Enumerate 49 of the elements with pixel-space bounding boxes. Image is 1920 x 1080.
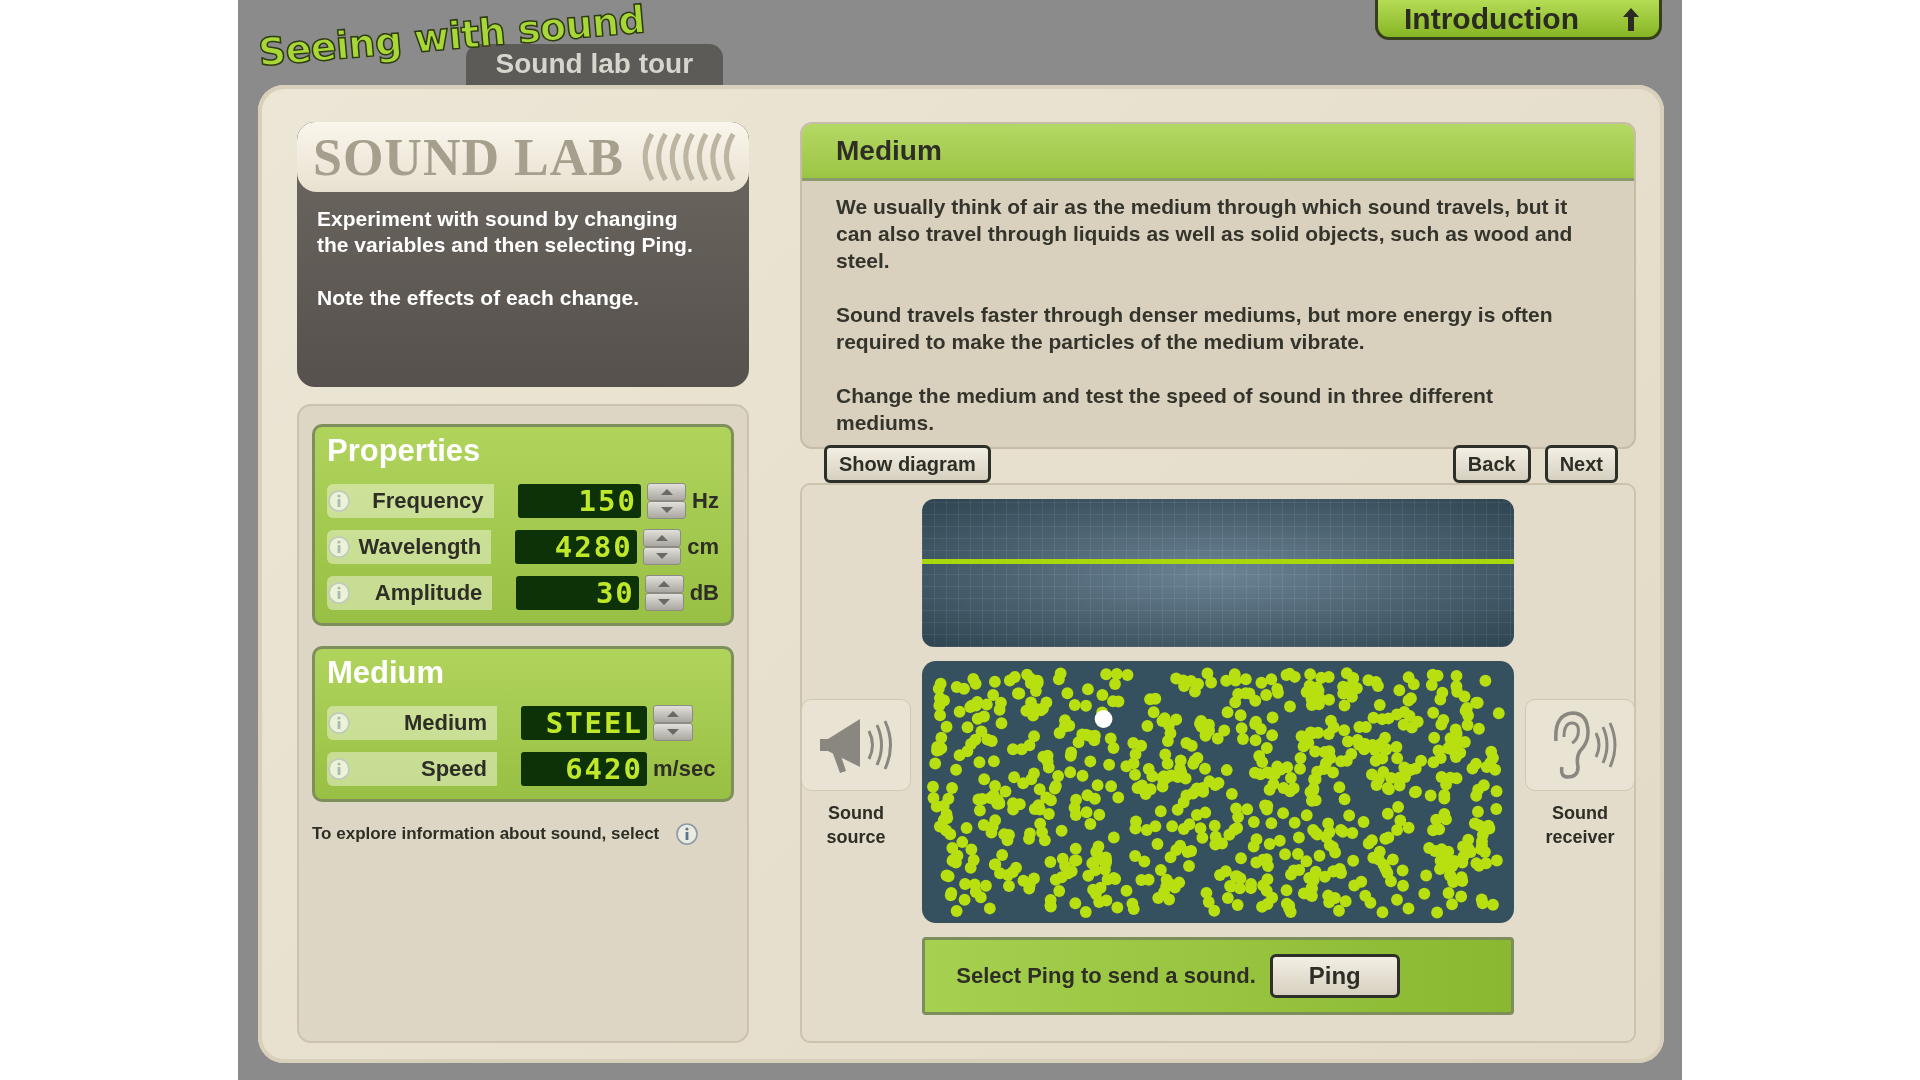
variable-label: Medium (327, 706, 497, 740)
sound-lab-heading: SOUND LAB (313, 127, 624, 187)
instruction-text: Note the effects of each change. (317, 285, 641, 311)
step-up-button[interactable] (653, 705, 693, 723)
group-title: Properties (327, 433, 482, 469)
unit-label: Hz (692, 488, 719, 514)
variable-label: Wavelength (327, 530, 492, 564)
value-display: STEEL (521, 706, 647, 740)
next-button[interactable]: Next (1544, 445, 1618, 483)
group-title: Medium (327, 655, 446, 691)
caret-up-icon (657, 580, 672, 588)
info-paragraph: Sound travels faster through denser mediums, but more energy is often required to make the particles of the medium vibrate. (836, 302, 1554, 355)
caret-up-icon (659, 488, 674, 496)
unit-label: m/sec (653, 756, 716, 782)
info-icon[interactable] (675, 822, 700, 846)
value-display: 4280 (515, 530, 637, 564)
caret-up-icon (666, 710, 680, 718)
receiver-label: Sound receiver (1544, 802, 1616, 849)
step-down-button[interactable] (644, 593, 684, 611)
variable-label: Amplitude (327, 576, 493, 610)
back-button[interactable]: Back (1452, 445, 1531, 483)
unit-label: cm (687, 534, 719, 560)
value-display: 30 (516, 576, 639, 610)
step-up-button[interactable] (644, 575, 684, 593)
caret-up-icon (654, 534, 669, 542)
instruction-text: Experiment with sound by changing the variables and then selecting Ping. (317, 206, 694, 258)
ping-button[interactable]: Ping (1269, 954, 1400, 998)
unit-label: dB (689, 580, 719, 606)
caret-down-icon (659, 506, 674, 514)
step-down-button[interactable] (646, 501, 687, 519)
variable-label: Frequency (327, 484, 494, 518)
caret-down-icon (657, 598, 672, 606)
info-paragraph: We usually think of air as the medium through which sound travels, but it can also travel through liquids as well as solid objects, such as wood and steel. (836, 194, 1574, 274)
step-down-button[interactable] (642, 547, 682, 565)
caret-down-icon (666, 728, 680, 736)
value-display: 6420 (521, 752, 647, 786)
info-paragraph: Change the medium and test the speed of sound in three different mediums. (836, 383, 1494, 436)
step-up-button[interactable] (646, 483, 687, 501)
info-title: Medium (802, 124, 1634, 181)
ping-instruction: Select Ping to send a sound. (956, 963, 1256, 989)
introduction-button[interactable]: Introduction (1375, 0, 1662, 40)
step-up-button[interactable] (642, 529, 682, 547)
show-diagram-button[interactable]: Show diagram (824, 445, 991, 483)
step-down-button[interactable] (653, 723, 693, 741)
value-display: 150 (517, 484, 641, 518)
help-note: To explore information about sound, select (312, 824, 660, 844)
caret-down-icon (654, 552, 669, 560)
variable-label: Speed (327, 752, 497, 786)
source-label: Sound source (825, 802, 887, 849)
